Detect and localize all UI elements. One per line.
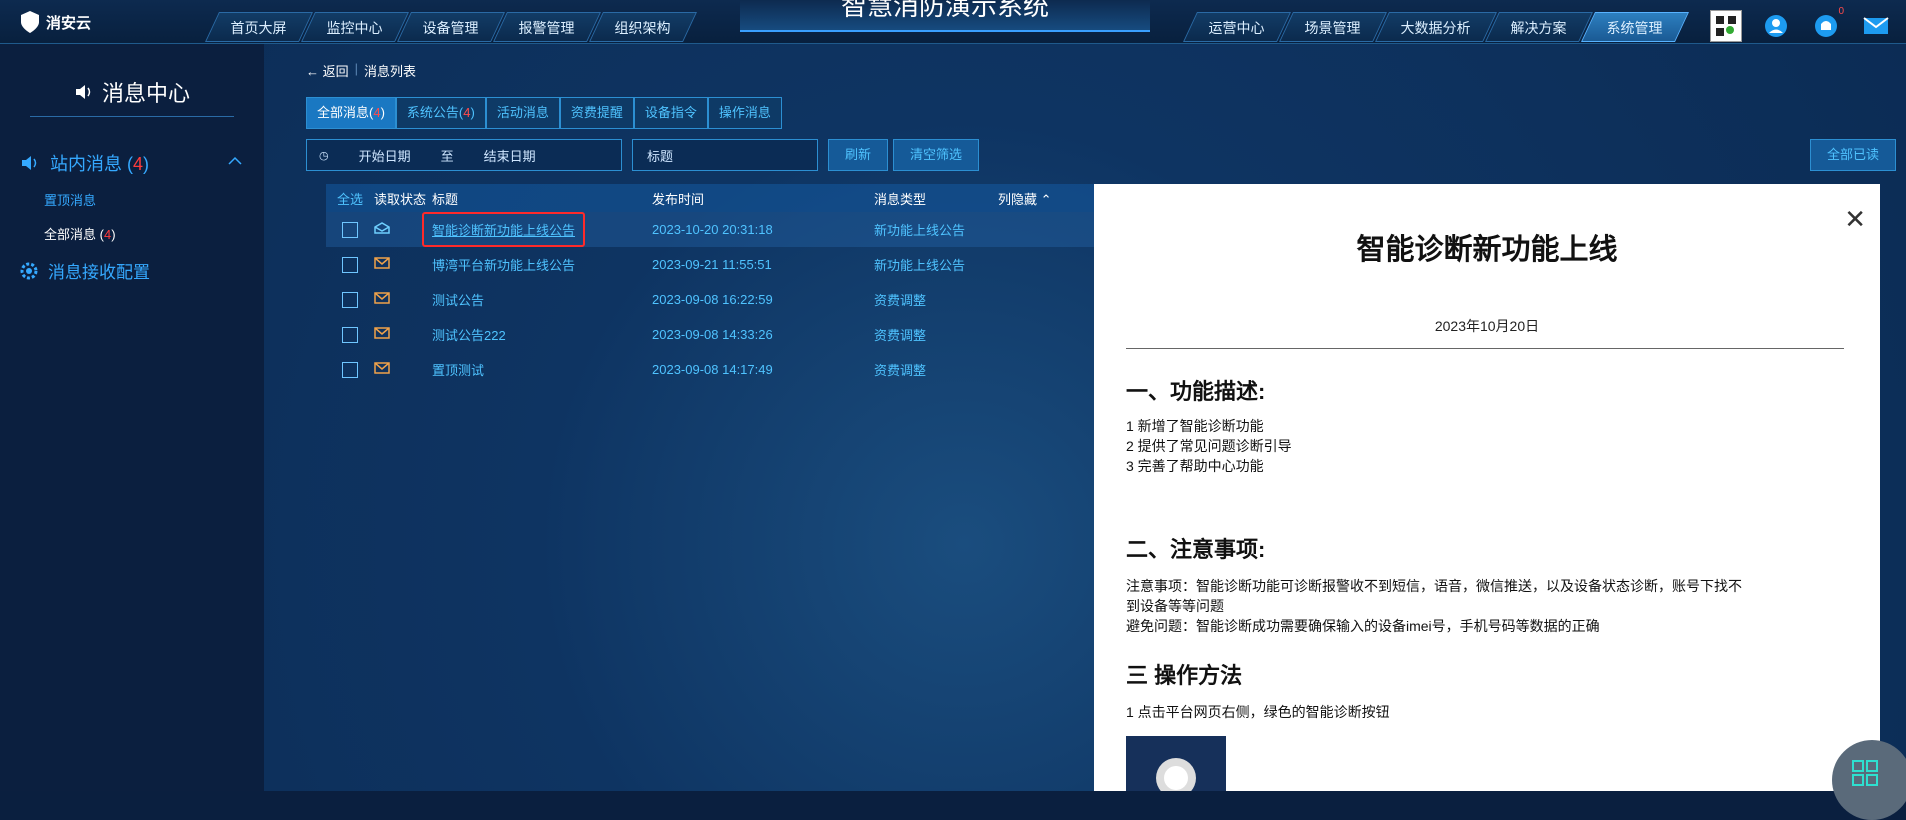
envelope-icon <box>374 327 390 339</box>
sidebar-item-pinned[interactable]: 置顶消息 <box>44 190 96 209</box>
top-bar: 消安云 首页大屏 监控中心 设备管理 报警管理 组织架构 智慧消防演示系统 运营… <box>0 0 1906 44</box>
envelope-icon <box>374 292 390 304</box>
tab-device[interactable]: 设备指令 <box>633 97 708 129</box>
nav-item[interactable]: 场景管理 <box>1279 12 1387 42</box>
clear-filter-button[interactable]: 清空筛选 <box>893 139 980 171</box>
row-title-link[interactable]: 智能诊断新功能上线公告 <box>422 212 586 247</box>
robot-icon <box>1156 758 1196 791</box>
nav-item[interactable]: 监控中心 <box>301 12 409 42</box>
nav-item[interactable]: 报警管理 <box>493 12 601 42</box>
tab-all[interactable]: 全部消息(4) <box>306 97 396 129</box>
row-checkbox[interactable] <box>342 256 358 273</box>
tab-fee[interactable]: 资费提醒 <box>559 97 634 129</box>
clock-icon: ◷ <box>319 149 329 162</box>
nav-item[interactable]: 解决方案 <box>1485 12 1593 42</box>
envelope-icon <box>374 362 390 374</box>
notification-badge: 0 <box>1838 6 1844 17</box>
table-row[interactable]: 测试公告 2023-09-08 16:22:59 资费调整 <box>326 282 1094 317</box>
gear-icon <box>20 262 38 279</box>
nav-item[interactable]: 首页大屏 <box>205 12 313 42</box>
bell-icon[interactable]: 0 <box>1810 6 1844 42</box>
nav-item[interactable]: 大数据分析 <box>1375 12 1497 42</box>
nav-item[interactable]: 运营中心 <box>1183 12 1291 42</box>
mark-all-read-button[interactable]: 全部已读 <box>1810 139 1897 171</box>
brand-name: 消安云 <box>46 14 92 32</box>
breadcrumb-current: 消息列表 <box>364 64 417 79</box>
refresh-button[interactable]: 刷新 <box>828 139 889 171</box>
instruction-image <box>1126 736 1226 791</box>
section-heading: 一、功能描述: <box>1126 379 1266 404</box>
mail-icon[interactable] <box>1860 10 1892 42</box>
nav-right: 运营中心 场景管理 大数据分析 解决方案 系统管理 <box>1183 12 1689 42</box>
row-title-link[interactable]: 置顶测试 <box>432 360 652 379</box>
tab-activity[interactable]: 活动消息 <box>485 97 560 129</box>
tab-operation[interactable]: 操作消息 <box>707 97 782 129</box>
table-row[interactable]: 智能诊断新功能上线公告 2023-10-20 20:31:18 新功能上线公告 <box>326 212 1094 247</box>
shield-icon <box>21 11 39 33</box>
breadcrumb: ← 返回 | 消息列表 <box>306 61 417 80</box>
row-checkbox[interactable] <box>342 221 358 238</box>
nav-item[interactable]: 组织架构 <box>589 12 697 42</box>
sidebar-divider <box>30 116 234 117</box>
message-table: 全选 读取状态 标题 发布时间 消息类型 列隐藏 ⌃ 智能诊断新功能上线公告 2… <box>326 184 1094 394</box>
detail-date: 2023年10月20日 <box>1434 318 1540 334</box>
select-all[interactable]: 全选 <box>326 189 374 208</box>
message-detail-panel: ✕ 智能诊断新功能上线 2023年10月20日 一、功能描述: 1 新增了智能诊… <box>1094 184 1880 791</box>
sidebar-title: 消息中心 <box>0 72 264 112</box>
row-title-link[interactable]: 博湾平台新功能上线公告 <box>432 255 652 274</box>
user-icon[interactable] <box>1760 10 1792 42</box>
detail-title: 智能诊断新功能上线 <box>1356 234 1618 266</box>
back-link[interactable]: ← 返回 <box>306 61 349 80</box>
section-heading: 三 操作方法 <box>1126 663 1243 688</box>
table-row[interactable]: 测试公告222 2023-09-08 14:33:26 资费调整 <box>326 317 1094 352</box>
tab-bar: 全部消息(4) 系统公告(4) 活动消息 资费提醒 设备指令 操作消息 <box>306 97 782 129</box>
nav-item[interactable]: 设备管理 <box>397 12 505 42</box>
grid-icon <box>1852 760 1878 786</box>
tab-system[interactable]: 系统公告(4) <box>395 97 486 129</box>
top-icons: 0 <box>1710 6 1892 42</box>
row-checkbox[interactable] <box>342 361 358 378</box>
table-row[interactable]: 博湾平台新功能上线公告 2023-09-21 11:55:51 新功能上线公告 <box>326 247 1094 282</box>
speaker-icon <box>75 85 91 99</box>
nav-left: 首页大屏 监控中心 设备管理 报警管理 组织架构 <box>205 12 697 42</box>
date-range-picker[interactable]: ◷ 开始日期 至 结束日期 <box>306 139 622 171</box>
column-hide-toggle[interactable]: 列隐藏 ⌃ <box>998 189 1052 208</box>
table-row[interactable]: 置顶测试 2023-09-08 14:17:49 资费调整 <box>326 352 1094 387</box>
nav-item-active[interactable]: 系统管理 <box>1581 12 1689 42</box>
speaker-icon <box>22 156 37 170</box>
table-header: 全选 读取状态 标题 发布时间 消息类型 列隐藏 ⌃ <box>326 184 1094 212</box>
title-search-input[interactable]: 标题 <box>632 139 818 171</box>
row-title-link[interactable]: 测试公告 <box>432 290 652 309</box>
envelope-open-icon <box>374 222 390 234</box>
app-grid-button[interactable] <box>1832 740 1906 820</box>
row-checkbox[interactable] <box>342 291 358 308</box>
envelope-icon <box>374 257 390 269</box>
chevron-up-icon[interactable] <box>228 156 242 166</box>
sidebar-item-inbox[interactable]: 站内消息 (4) <box>20 150 149 176</box>
inbox-label: 站内消息 (4) <box>50 154 150 174</box>
row-title-link[interactable]: 测试公告222 <box>432 325 652 344</box>
sidebar: 消息中心 站内消息 (4) 置顶消息 全部消息 (4) 消息接收配置 <box>0 44 264 791</box>
qr-code-icon[interactable] <box>1710 10 1742 42</box>
row-checkbox[interactable] <box>342 326 358 343</box>
section-heading: 二、注意事项: <box>1126 537 1266 562</box>
system-title: 智慧消防演示系统 <box>740 0 1150 32</box>
detail-divider <box>1126 348 1844 349</box>
sidebar-item-all[interactable]: 全部消息 (4) <box>44 224 116 243</box>
brand-logo[interactable]: 消安云 <box>20 10 91 34</box>
sidebar-item-config[interactable]: 消息接收配置 <box>20 258 150 283</box>
